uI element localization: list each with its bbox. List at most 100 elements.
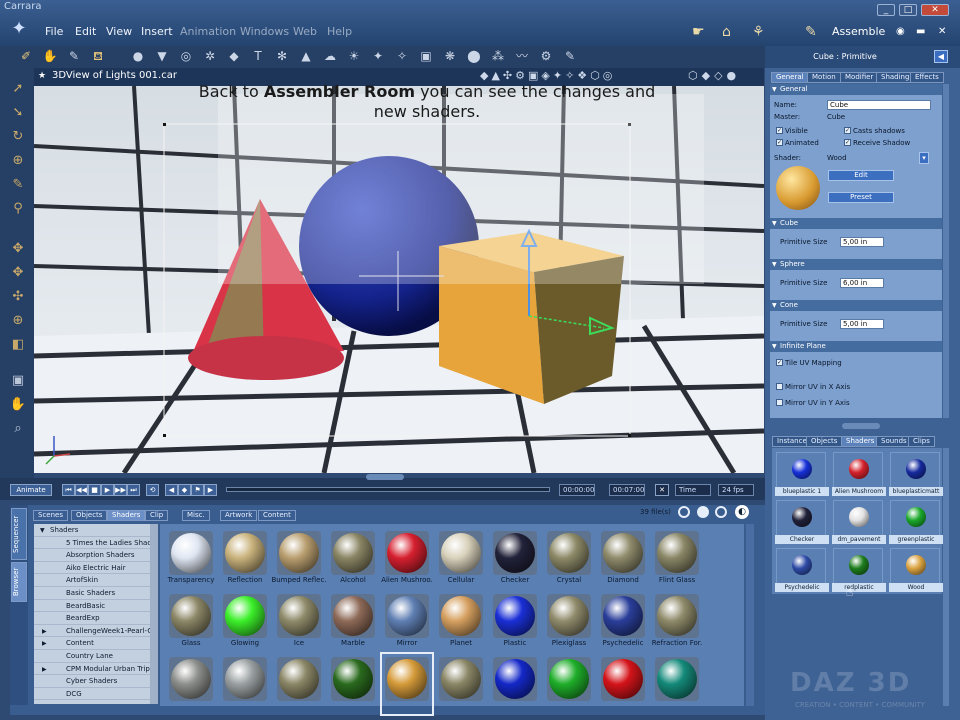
- paint-bucket-icon[interactable]: ⛾: [90, 48, 106, 64]
- scene-shaders-scrollbar[interactable]: [943, 448, 949, 706]
- maximize-button[interactable]: □: [899, 4, 917, 16]
- menu-web[interactable]: Web: [293, 25, 317, 38]
- tree-item[interactable]: Aiko Electric Hair: [34, 562, 150, 575]
- collapse-arrow-icon[interactable]: ▼: [40, 525, 50, 536]
- scene-shader-item[interactable]: Checker: [775, 500, 829, 544]
- shader-thumbnail[interactable]: Alien Mushroo.: [381, 528, 433, 588]
- mirror-uv-y-checkbox[interactable]: [776, 399, 783, 406]
- menu-windows[interactable]: Windows: [240, 25, 289, 38]
- expand-arrow-icon[interactable]: ▶: [42, 626, 52, 637]
- move-z-icon[interactable]: ✥: [9, 264, 27, 282]
- eyedropper-tool-icon[interactable]: ✎: [66, 48, 82, 64]
- tile-uv-checkbox[interactable]: ✓: [776, 359, 783, 366]
- tree-item[interactable]: Basic Shaders: [34, 587, 150, 600]
- shader-thumbnail[interactable]: Alcohol: [328, 528, 378, 588]
- tree-item[interactable]: Absorption Shaders: [34, 549, 150, 562]
- snap-toggle-icon[interactable]: ✕: [655, 484, 669, 496]
- tab-clips[interactable]: Clips: [908, 436, 935, 447]
- end-time-field[interactable]: 00:07:00: [609, 484, 645, 496]
- menu-file[interactable]: File: [45, 25, 63, 38]
- tab-clip[interactable]: Clip: [145, 510, 169, 521]
- shader-thumbnail[interactable]: Cellular: [436, 528, 486, 588]
- menu-insert[interactable]: Insert: [141, 25, 173, 38]
- panel-collapse-icon[interactable]: ◀: [934, 50, 948, 63]
- tab-scenes[interactable]: Scenes: [33, 510, 68, 521]
- camera-object-icon[interactable]: ▣: [418, 48, 434, 64]
- shader-thumbnail[interactable]: [166, 654, 216, 714]
- sphere-size-field[interactable]: 6,00 in: [840, 278, 884, 288]
- panel-resize-handle[interactable]: [842, 423, 880, 429]
- tree-item[interactable]: BeardBasic: [34, 600, 150, 613]
- tree-item[interactable]: ▶ CPM Modular Urban Triplex: [34, 663, 150, 676]
- tree-item[interactable]: 5 Times the Ladies Shader: [34, 537, 150, 550]
- shader-thumbnail[interactable]: [274, 654, 324, 714]
- cloud-object-icon[interactable]: ☁: [322, 48, 338, 64]
- render-mode-icons[interactable]: ⬡◆◇●: [688, 69, 740, 82]
- scale-cube-icon[interactable]: ◧: [9, 336, 27, 354]
- tab-modifier[interactable]: Modifier: [840, 72, 879, 83]
- rotate-tool-icon[interactable]: ↻: [9, 128, 27, 146]
- timeline-slider[interactable]: [226, 487, 550, 492]
- current-time-field[interactable]: 00:00:00: [559, 484, 595, 496]
- vertex-object-icon[interactable]: ✲: [202, 48, 218, 64]
- shader-thumbnail[interactable]: Refraction For.: [652, 591, 702, 651]
- loop-icon[interactable]: ⟲: [146, 484, 159, 496]
- spotlight-icon[interactable]: ✧: [394, 48, 410, 64]
- shader-thumbnail[interactable]: Glass: [166, 591, 216, 651]
- particle-icon[interactable]: ⁂: [490, 48, 506, 64]
- step-back-icon[interactable]: ◀◀: [75, 484, 88, 496]
- expand-arrow-icon[interactable]: ▶: [42, 664, 52, 675]
- shader-thumbnail[interactable]: Reflection: [220, 528, 270, 588]
- move-xy-icon[interactable]: ✥: [9, 240, 27, 258]
- close-button[interactable]: ✕: [921, 4, 949, 16]
- time-mode-select[interactable]: Time: [675, 484, 711, 496]
- minimize-button[interactable]: _: [877, 4, 895, 16]
- expand-arrow-icon[interactable]: ▶: [42, 638, 52, 649]
- shader-thumbnail[interactable]: Diamond: [598, 528, 648, 588]
- go-to-start-icon[interactable]: ⏮: [62, 484, 75, 496]
- shader-thumbnail[interactable]: Mirror: [382, 591, 432, 651]
- hair-icon[interactable]: 〰: [514, 48, 530, 64]
- hand-tool-icon[interactable]: ✋: [42, 48, 58, 64]
- menu-animation[interactable]: Animation: [180, 25, 236, 38]
- tab-effects[interactable]: Effects: [910, 72, 944, 83]
- shader-thumbnail[interactable]: Psychedelic: [598, 591, 648, 651]
- shader-thumbnail[interactable]: Planet: [436, 591, 486, 651]
- cone-primitive-icon[interactable]: ▼: [154, 48, 170, 64]
- shader-thumbnail[interactable]: [490, 654, 540, 714]
- select-arrow-icon[interactable]: ➚: [9, 80, 27, 98]
- shader-dropdown-icon[interactable]: ▾: [919, 152, 929, 164]
- metaball-icon[interactable]: ⬤: [466, 48, 482, 64]
- shader-thumbnail[interactable]: [544, 654, 594, 714]
- minimize-room-icon[interactable]: ▬: [916, 26, 925, 37]
- name-field[interactable]: Cube: [827, 100, 931, 110]
- prev-key-icon[interactable]: ◀: [165, 484, 178, 496]
- shader-thumbnail[interactable]: Marble: [328, 591, 378, 651]
- close-room-icon[interactable]: ✕: [938, 26, 946, 37]
- trackball-icon[interactable]: ✣: [9, 288, 27, 306]
- menu-help[interactable]: Help: [327, 25, 352, 38]
- section-infinite-plane[interactable]: Infinite Plane: [770, 341, 942, 352]
- edit-shader-button[interactable]: Edit: [828, 170, 894, 181]
- eye-icon[interactable]: ◉: [896, 26, 905, 37]
- play-icon[interactable]: ▶: [101, 484, 114, 496]
- view-large-icon[interactable]: [715, 506, 727, 518]
- camera-icon[interactable]: ▣: [9, 372, 27, 390]
- carrara-star-icon[interactable]: ✦: [8, 18, 30, 40]
- receive-shadow-checkbox[interactable]: ✓: [844, 139, 851, 146]
- preset-shader-button[interactable]: Preset: [828, 192, 894, 203]
- view-medium-icon[interactable]: [697, 506, 709, 518]
- next-key-icon[interactable]: ▶: [204, 484, 217, 496]
- cube-size-field[interactable]: 5,00 in: [840, 237, 884, 247]
- browser-settings-icon[interactable]: ◐: [735, 505, 749, 519]
- menu-edit[interactable]: Edit: [75, 25, 96, 38]
- tab-sounds[interactable]: Sounds: [876, 436, 912, 447]
- tree-item[interactable]: ▶ Content: [34, 637, 150, 650]
- spline-object-icon[interactable]: ◎: [178, 48, 194, 64]
- scene-shader-item[interactable]: greenplastic: [889, 500, 943, 544]
- pencil-tool-icon[interactable]: ✎: [9, 176, 27, 194]
- tree-item[interactable]: BeardExp: [34, 612, 150, 625]
- pan-hand-icon[interactable]: ✋: [9, 396, 27, 414]
- go-to-end-icon[interactable]: ⏭: [127, 484, 140, 496]
- shader-thumbnail[interactable]: Checker: [490, 528, 540, 588]
